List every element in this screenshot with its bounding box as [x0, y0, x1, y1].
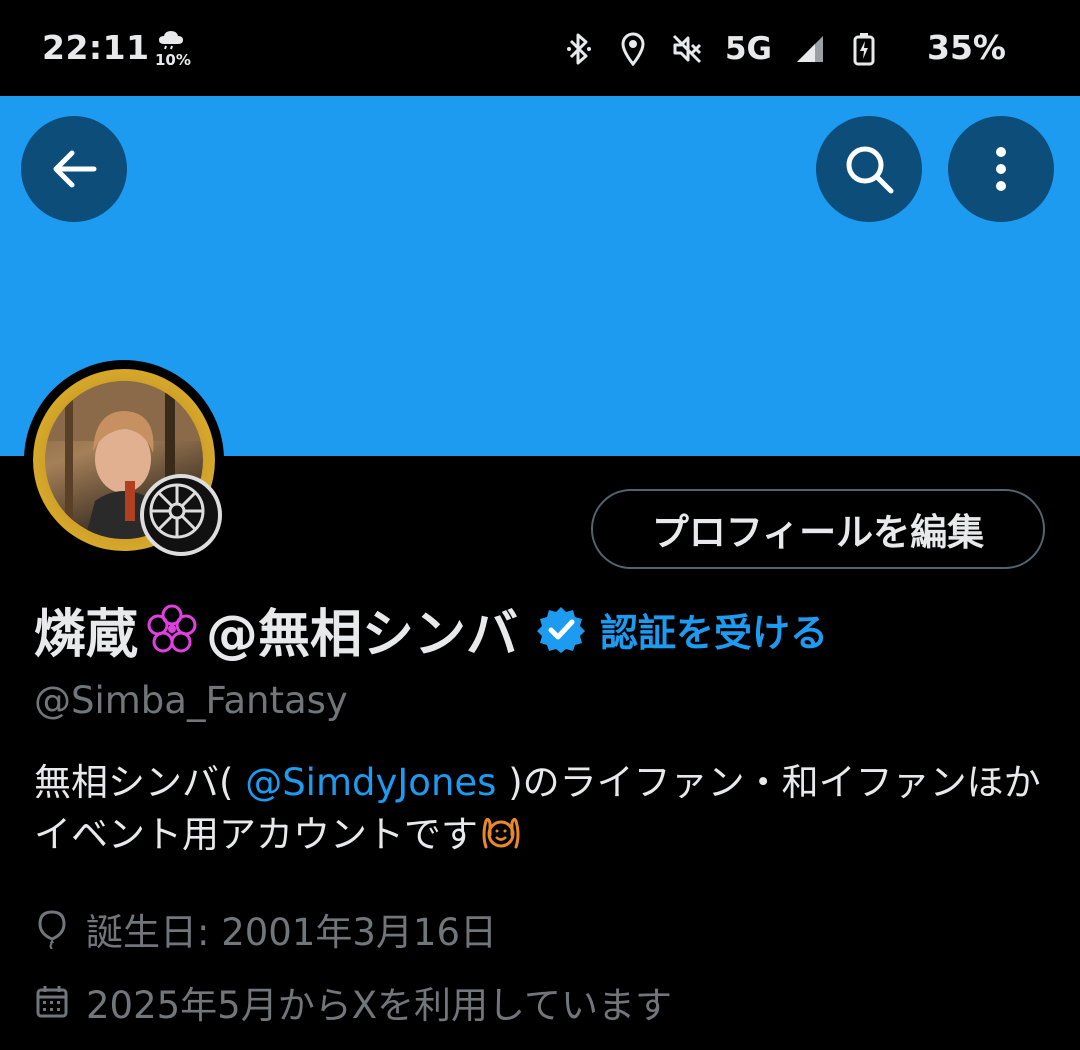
- search-button[interactable]: [816, 116, 922, 222]
- display-name-part2: @無相シンバ: [206, 604, 519, 665]
- bio-text: 無相シンバ(: [34, 761, 234, 804]
- search-icon: [846, 146, 894, 194]
- display-name-row: 燐蔵 @無相シンバ 認証を受ける: [34, 592, 828, 666]
- battery-percent: 35%: [927, 28, 1006, 67]
- status-icons: 5G: [563, 26, 880, 72]
- calendar-icon: [34, 982, 70, 1022]
- cloud-rain-icon: [159, 31, 183, 50]
- mute-icon: [671, 31, 703, 67]
- edit-profile-button[interactable]: プロフィールを編集: [591, 489, 1045, 569]
- verified-badge-icon[interactable]: [536, 604, 586, 654]
- joined-date-row: 2025年5月からXを利用しています: [34, 975, 672, 1029]
- status-bar: 22:11 10% 5G 35%: [0, 0, 1080, 96]
- back-button[interactable]: [21, 116, 127, 222]
- profile-bio: 無相シンバ( @SimdyJones )のライファン・和イファンほかイベント用ア…: [34, 757, 1044, 861]
- raised-hands-smile-emoji-icon: [482, 817, 520, 849]
- bio-mention-link[interactable]: @SimdyJones: [233, 761, 508, 804]
- balloon-icon: [34, 909, 70, 949]
- emblem-icon: [140, 474, 222, 556]
- flower-icon: [147, 604, 197, 653]
- joined-date-text: 2025年5月からXを利用しています: [86, 984, 672, 1027]
- arrow-left-icon: [53, 150, 97, 188]
- birthday-row: 誕生日: 2001年3月16日: [34, 902, 497, 956]
- get-verified-link[interactable]: 認証を受ける: [600, 602, 828, 657]
- more-vertical-icon: [996, 147, 1006, 191]
- user-handle: @Simba_Fantasy: [34, 679, 348, 722]
- location-icon: [617, 31, 649, 67]
- weather-percent: 10%: [155, 51, 191, 69]
- network-type: 5G: [724, 31, 772, 67]
- battery-icon: [848, 31, 880, 67]
- status-time: 22:11: [42, 28, 150, 67]
- more-options-button[interactable]: [948, 116, 1054, 222]
- bluetooth-icon: [563, 31, 595, 67]
- avatar[interactable]: [24, 360, 224, 560]
- weather-indicator: 10%: [150, 26, 194, 72]
- birthday-text: 誕生日: 2001年3月16日: [86, 911, 498, 954]
- signal-icon: [794, 31, 826, 67]
- display-name-part1: 燐蔵: [34, 604, 139, 665]
